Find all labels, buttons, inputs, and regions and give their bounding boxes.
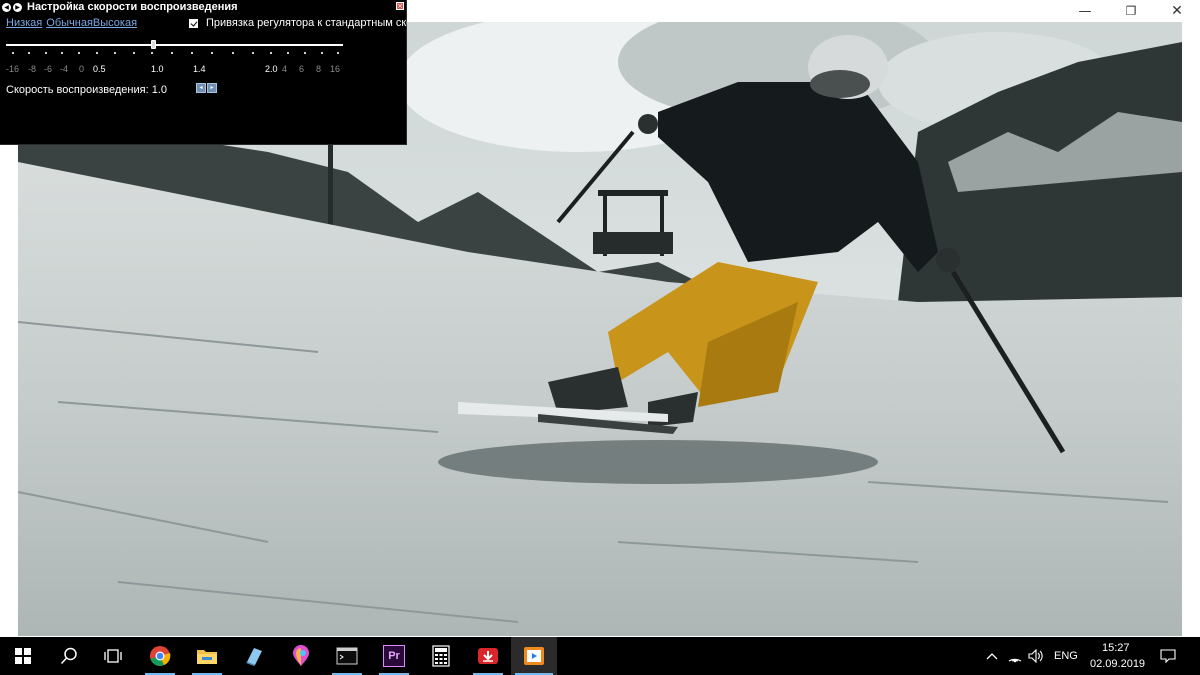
speed-readout: Скорость воспроизведения: 1.0 [6,84,167,96]
network-button[interactable] [1007,648,1023,664]
wifi-icon [1008,658,1022,663]
slower-icon[interactable]: ◂ [196,83,206,93]
tick-label: -4 [60,64,69,74]
windows-logo-icon [15,648,31,664]
slider-tick [12,52,14,54]
skier-shadow [438,440,878,484]
snap-checkbox[interactable] [189,18,198,28]
preset-normal-link[interactable]: Обычная [46,17,93,29]
chrome-icon [150,646,171,666]
slider-tick [191,52,193,54]
slider-tick [61,52,63,54]
slider-tick [287,52,289,54]
taskbar: Pr ENG 15:27 02.09.2019 [0,637,1200,675]
file-explorer-button[interactable] [184,637,230,675]
volume-button[interactable] [1028,648,1044,664]
minimize-button[interactable]: — [1062,0,1108,22]
speaker-icon [1028,649,1043,663]
chevron-up-icon [986,653,998,660]
snap-label: Привязка регулятора к стандартным скорос [206,17,407,29]
slider-tick [337,52,339,54]
slider-tick [270,52,272,54]
restore-icon: ❐ [1125,4,1137,18]
preset-low-link[interactable]: Низкая [6,17,42,29]
speed-slider-thumb[interactable] [151,40,156,49]
tick-label: 1.4 [193,64,206,74]
clock-time[interactable]: 15:27 [1102,642,1130,654]
input-language-indicator[interactable]: ENG [1054,650,1078,662]
tick-label: 4 [282,64,288,74]
panel-title: Настройка скорости воспроизведения [27,1,238,13]
speed-step-buttons: ◂ ▸ [196,83,217,93]
close-icon: ✕ [1171,3,1183,19]
paint-3d-button[interactable] [278,637,324,675]
notification-icon [1160,649,1176,663]
tick-label: -8 [28,64,37,74]
slider-tick [252,52,254,54]
notepad-button[interactable] [231,637,277,675]
media-player-button[interactable] [511,637,557,675]
terminal-icon [336,647,358,665]
start-button[interactable] [0,637,46,675]
show-hidden-icons-button[interactable] [984,648,1000,664]
search-icon [60,647,77,665]
speed-settings-panel: ◀ ▶ Настройка скорости воспроизведения ×… [0,0,407,145]
slider-tick [45,52,47,54]
slider-tick [28,52,30,54]
panel-close-icon[interactable]: × [396,2,404,10]
slider-tick [211,52,213,54]
search-button[interactable] [46,637,92,675]
slider-tick [171,52,173,54]
slider-tick [96,52,98,54]
premiere-icon: Pr [383,645,405,667]
tick-label: 0 [79,64,85,74]
chrome-button[interactable] [137,637,183,675]
notepad-icon [246,648,262,666]
tick-label: 0.5 [93,64,106,74]
slider-tick [114,52,116,54]
slider-tick [232,52,234,54]
close-button[interactable]: ✕ [1154,0,1200,22]
preset-high-link[interactable]: Высокая [93,17,137,29]
slider-tick [321,52,323,54]
folder-icon [197,650,217,664]
tick-label: 16 [330,64,341,74]
tick-label: 1.0 [151,64,164,74]
task-view-icon [104,649,122,663]
slider-tick [78,52,80,54]
minimize-icon: — [1078,3,1092,19]
speed-slider-track[interactable] [6,44,343,46]
slider-tick [133,52,135,54]
tick-label: -16 [6,64,20,74]
tick-label: -6 [44,64,53,74]
tick-label: 6 [299,64,305,74]
prev-panel-icon[interactable]: ◀ [2,2,11,12]
calculator-icon [432,645,450,667]
snap-option: Привязка регулятора к стандартным скорос [189,17,407,29]
slider-tick [304,52,306,54]
calculator-button[interactable] [418,637,464,675]
panel-title-bar: ◀ ▶ Настройка скорости воспроизведения [0,0,238,14]
chairlift [598,190,668,196]
next-panel-icon[interactable]: ▶ [13,2,22,12]
clock-date[interactable]: 02.09.2019 [1090,658,1145,670]
tick-label: 2.0 [265,64,278,74]
task-view-button[interactable] [90,637,136,675]
action-center-button[interactable] [1160,648,1176,664]
premiere-button[interactable]: Pr [371,637,417,675]
maximize-button[interactable]: ❐ [1108,0,1154,22]
media-player-icon [524,647,544,665]
slider-tick [151,52,153,54]
paint-3d-icon [293,645,309,666]
terminal-button[interactable] [324,637,370,675]
download-icon [478,648,498,664]
speed-presets: Низкая ОбычнаяВысокая [6,17,137,29]
tick-label: 8 [316,64,322,74]
downloader-button[interactable] [465,637,511,675]
faster-icon[interactable]: ▸ [207,83,217,93]
